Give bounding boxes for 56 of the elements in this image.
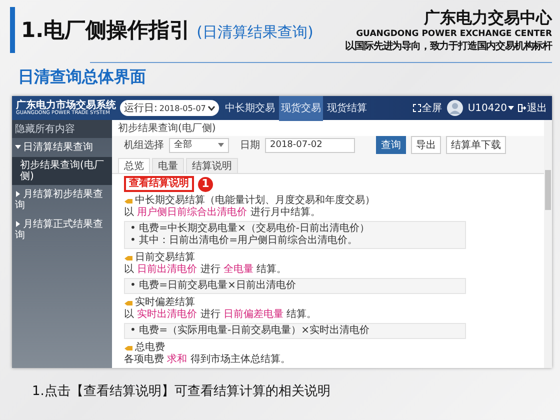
tab[interactable]: 总览 [118, 158, 150, 173]
breadcrumb: 初步结果查询(电厂侧) [117, 122, 217, 136]
nav-tab[interactable]: 现货交易 [278, 96, 323, 121]
sidebar-item[interactable]: 日清算结果查询 [12, 138, 112, 157]
org-slogan: 以国际先进为导向，致力于打造国内交易机构标杆 [345, 39, 552, 52]
logout-button[interactable]: 退出 [517, 101, 548, 115]
view-explanation-button[interactable]: 查看结算说明 [124, 176, 194, 192]
callout-badge: 1 [198, 176, 213, 192]
sidebar-header[interactable]: 隐藏所有内容 [12, 120, 112, 138]
run-date-picker[interactable]: 运行日: 2018-05-07 [120, 100, 219, 116]
slide-subtitle: (日清算结果查询) [196, 22, 314, 42]
nav-tab[interactable]: 中长期交易 [222, 96, 277, 121]
settlement-rule: 以 实时出清电价 进行 日前偏差电量 结算。 [124, 309, 318, 321]
slide-caption: 1.点击【查看结算说明】可查看结算计算的相关说明 [32, 383, 332, 400]
app-title: 广东电力市场交易系统 [16, 100, 116, 110]
caret-down-icon [15, 144, 21, 150]
org-english-name: GUANGDONG POWER EXCHANGE CENTER [356, 28, 552, 38]
caret-icon [218, 143, 224, 147]
user-menu[interactable]: U10420 [466, 102, 515, 114]
section-heading: 实时偏差结算 [135, 297, 195, 308]
avatar-icon[interactable] [446, 100, 463, 116]
date-field[interactable]: 2018-07-02 [265, 138, 355, 152]
slide-title: 1.电厂侧操作指引 [21, 17, 191, 44]
settlement-rule: 各项电费 求和 得到市场主体总结算。 [124, 354, 292, 366]
org-name: 广东电力交易中心 [424, 8, 552, 28]
settlement-rule: 以 用户侧日前综合出清电价 进行月中结算。 [124, 207, 322, 219]
filter-label: 日期 [240, 138, 260, 152]
scrollbar[interactable] [544, 120, 552, 368]
chevron-icon [208, 106, 215, 110]
fullscreen-button[interactable]: 全屏 [412, 101, 443, 115]
tab[interactable]: 电量 [152, 158, 184, 173]
caret-icon [508, 106, 514, 110]
tab[interactable]: 结算说明 [186, 158, 238, 173]
caret-right-icon [15, 221, 21, 227]
sidebar-subitem[interactable]: 初步结果查询(电厂侧) [12, 157, 112, 185]
formula-line: • 电费=中长期交易电量×（交易电价-日前出清电价） [130, 223, 370, 234]
action-button[interactable]: 导出 [411, 136, 441, 154]
action-button[interactable]: 结算单下载 [446, 136, 506, 154]
accent-bar [10, 7, 15, 53]
section-heading: 日前交易结算 [135, 252, 195, 264]
sidebar-item[interactable]: 月结算正式结果查询 [12, 215, 112, 245]
formula-line: • 其中：日前出清电价=用户侧日前综合出清电价。 [130, 235, 358, 247]
logout-icon [518, 104, 526, 112]
settlement-rule: 以 日前出清电价 进行 全电量 结算。 [124, 264, 288, 276]
section-heading: 中长期交易结算（电能量计划、月度交易和年度交易） [135, 195, 375, 206]
section-title: 日清查询总体界面 [18, 67, 147, 88]
nav-tab[interactable]: 现货结算 [324, 96, 369, 121]
expand-icon [412, 104, 421, 112]
section-heading: 总电费 [135, 342, 165, 354]
filter-label: 机组选择 [124, 138, 164, 152]
unit-select[interactable]: 全部 [169, 138, 229, 152]
query-button[interactable]: 查询 [376, 136, 406, 154]
caret-right-icon [15, 191, 21, 197]
formula-line: • 电费=（实际用电量-日前交易电量）×实时出清电价 [130, 325, 370, 337]
formula-line: • 电费=日前交易电量×日前出清电价 [130, 280, 297, 292]
sidebar-item[interactable]: 月结算初步结果查询 [12, 185, 112, 215]
